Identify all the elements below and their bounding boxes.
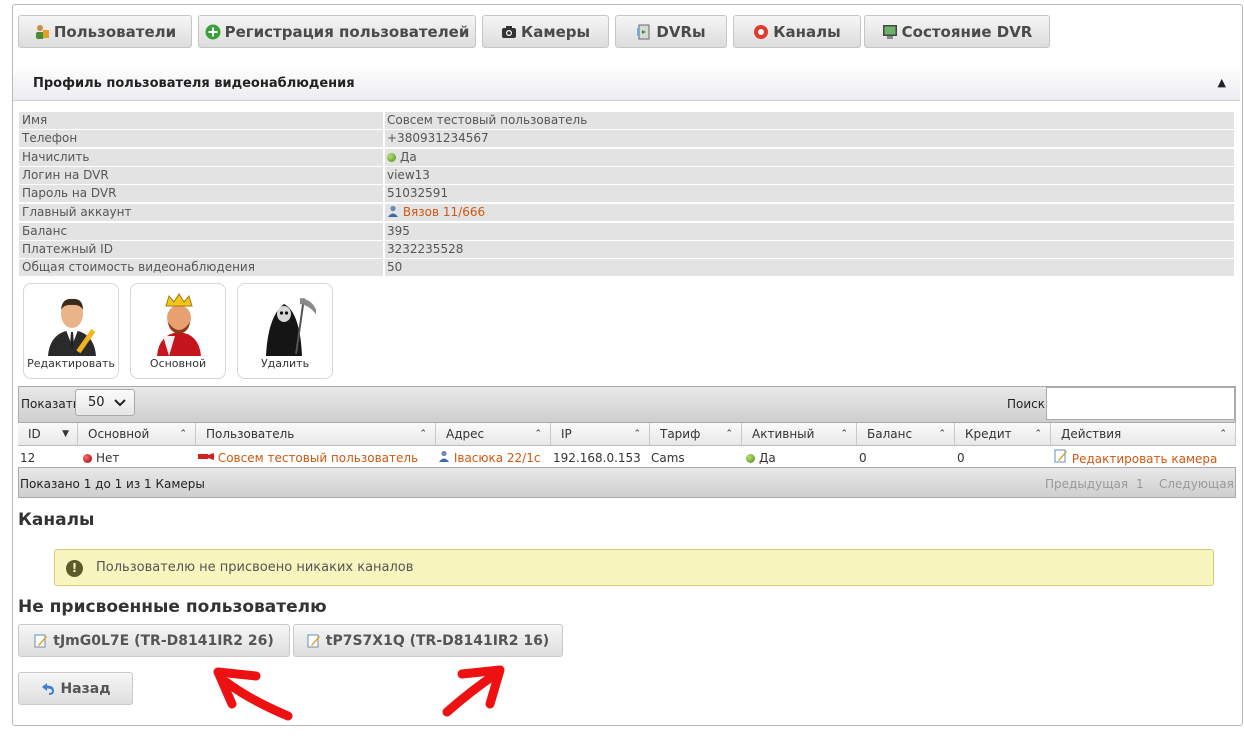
profile-row-dvr-password: Пароль на DVR 51032591	[19, 185, 1234, 202]
search-input[interactable]	[1046, 387, 1235, 420]
nav-users-label: Пользователи	[53, 22, 177, 41]
edit-note-icon	[1054, 449, 1068, 463]
col-tariff[interactable]: Тариф ⌃	[650, 423, 742, 446]
nav-channels-label: Каналы	[773, 22, 841, 41]
nav-channels-button[interactable]: Каналы	[733, 15, 861, 48]
green-status-icon	[746, 454, 755, 463]
col-balance[interactable]: Баланс ⌃	[857, 423, 955, 446]
profile-row-charge: Начислить Да	[19, 149, 1234, 166]
user-link[interactable]: Совсем тестовый пользователь	[218, 451, 418, 465]
col-ip[interactable]: IP ⌃	[551, 423, 650, 446]
nav-dvrs-label: DVRы	[656, 22, 706, 41]
profile-panel-header[interactable]: Профиль пользователя видеонаблюдения ▲	[13, 66, 1240, 101]
panel-title: Профиль пользователя видеонаблюдения	[33, 76, 355, 91]
sort-icon: ⌃	[840, 429, 848, 439]
red-status-icon	[83, 454, 92, 463]
col-actions[interactable]: Действия ⌃	[1051, 423, 1236, 446]
nav-users-button[interactable]: Пользователи	[18, 15, 192, 48]
table-toolbar: Показать 50 Поиск	[18, 386, 1236, 423]
green-status-icon	[387, 153, 396, 162]
monitor-icon	[882, 24, 898, 40]
sort-icon: ⌃	[725, 429, 733, 439]
edit-user-label: Редактировать	[27, 357, 115, 370]
sort-desc-icon: ▼	[62, 429, 69, 439]
table-info: Показано 1 до 1 из 1 Камеры	[20, 477, 205, 491]
next-page-button[interactable]: Следующая	[1159, 477, 1234, 491]
nav-dvr-state-label: Состояние DVR	[901, 22, 1033, 41]
camera-icon	[501, 24, 517, 40]
edit-note-icon	[34, 634, 48, 648]
chevron-down-icon	[114, 399, 126, 407]
sort-icon: ⌃	[1034, 429, 1042, 439]
main-user-label: Основной	[149, 357, 207, 370]
sort-icon: ⌃	[938, 429, 946, 439]
main-user-card[interactable]: Основной	[130, 283, 226, 379]
sort-icon: ⌃	[1219, 429, 1227, 439]
unassigned-heading: Не присвоенные пользователю	[18, 597, 327, 617]
col-credit[interactable]: Кредит ⌃	[955, 423, 1051, 446]
channel-button-1[interactable]: tJmG0L7E (TR-D8141IR2 26)	[18, 624, 290, 657]
nav-dvr-state-button[interactable]: Состояние DVR	[864, 15, 1050, 48]
no-channels-alert: ! Пользователю не присвоено никаких кана…	[54, 549, 1214, 586]
back-button[interactable]: Назад	[18, 672, 133, 705]
nav-register-label: Регистрация пользователей	[224, 22, 470, 41]
edit-note-icon	[307, 634, 321, 648]
col-id[interactable]: ID ▼	[18, 423, 78, 446]
nav-dvrs-button[interactable]: DVRы	[615, 15, 727, 48]
collapse-arrow-icon[interactable]: ▲	[1218, 76, 1226, 89]
profile-row-total-cost: Общая стоимость видеонаблюдения 50	[19, 259, 1234, 276]
profile-row-main-account: Главный аккаунт Вязов 11/666	[19, 204, 1234, 221]
edit-user-card[interactable]: Редактировать	[23, 283, 119, 379]
camera-red-icon	[198, 449, 214, 460]
search-label: Поиск	[1007, 397, 1046, 411]
nav-cameras-label: Камеры	[520, 22, 591, 41]
dvr-icon	[636, 24, 652, 40]
main-account-link[interactable]: Вязов 11/666	[403, 205, 485, 219]
sort-icon: ⌃	[179, 429, 187, 439]
page-1-button[interactable]: 1	[1136, 477, 1144, 491]
col-user[interactable]: Пользователь ⌃	[196, 423, 436, 446]
edit-user-icon	[48, 298, 96, 356]
profile-row-phone: Телефон +380931234567	[19, 130, 1234, 147]
col-active[interactable]: Активный ⌃	[742, 423, 857, 446]
nav-register-button[interactable]: Регистрация пользователей	[198, 15, 476, 48]
channel-button-2[interactable]: tP7S7X1Q (TR-D8141IR2 16)	[293, 624, 563, 657]
sort-icon: ⌃	[534, 429, 542, 439]
back-arrow-icon	[40, 681, 56, 697]
sort-icon: ⌃	[419, 429, 427, 439]
address-link[interactable]: Івасюка 22/1с	[454, 451, 541, 465]
delete-user-label: Удалить	[260, 357, 310, 370]
profile-row-dvr-login: Логин на DVR view13	[19, 167, 1234, 184]
prev-page-button[interactable]: Предыдущая	[1045, 477, 1128, 491]
delete-user-card[interactable]: Удалить	[237, 283, 333, 379]
col-main[interactable]: Основной ⌃	[78, 423, 196, 446]
user-icon	[387, 205, 399, 217]
col-address[interactable]: Адрес ⌃	[436, 423, 551, 446]
plus-circle-icon	[205, 24, 221, 40]
edit-camera-link[interactable]: Редактировать камера	[1072, 452, 1218, 466]
record-icon	[753, 24, 769, 40]
users-icon	[34, 24, 50, 40]
profile-row-balance: Баланс 395	[19, 223, 1234, 240]
sort-icon: ⌃	[633, 429, 641, 439]
nav-cameras-button[interactable]: Камеры	[482, 15, 609, 48]
user-icon	[438, 449, 450, 462]
page-size-select[interactable]: 50	[75, 389, 135, 416]
show-label: Показать	[21, 397, 80, 411]
warning-icon: !	[66, 560, 83, 577]
profile-row-name: Имя Совсем тестовый пользователь	[19, 112, 1234, 129]
profile-row-payment-id: Платежный ID 3232235528	[19, 241, 1234, 258]
king-icon	[157, 293, 201, 356]
grim-reaper-icon	[266, 298, 316, 356]
table-footer: Показано 1 до 1 из 1 Камеры Предыдущая 1…	[18, 467, 1236, 498]
channels-heading: Каналы	[18, 510, 95, 530]
